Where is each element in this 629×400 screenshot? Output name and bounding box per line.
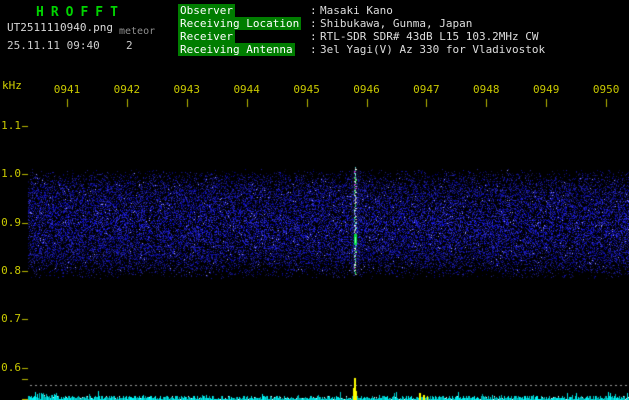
- x-tick-label: 0943: [172, 84, 202, 95]
- y-tick-label: 0.7: [1, 313, 21, 324]
- x-tick-label: 0947: [411, 84, 441, 95]
- date-time: 25.11.11 09:40: [7, 39, 100, 52]
- x-tick-label: 0945: [292, 84, 322, 95]
- x-tick-label: 0942: [112, 84, 142, 95]
- info-label: Receiving Antenna: [178, 43, 295, 56]
- info-row: Observer: Masaki Kano: [178, 4, 545, 17]
- x-tick-label: 0946: [352, 84, 382, 95]
- info-label-cell: Receiving Antenna: [178, 43, 310, 56]
- info-row: Receiving Antenna:3el Yagi(V) Az 330 for…: [178, 43, 545, 56]
- app-title: HROFFT: [36, 5, 125, 20]
- info-label: Receiver: [178, 30, 235, 43]
- info-separator: :: [310, 17, 320, 30]
- info-value: 3el Yagi(V) Az 330 for Vladivostok: [320, 43, 545, 56]
- output-filename: UT2511110940.png: [7, 21, 113, 34]
- info-value: RTL-SDR SDR# 43dB L15 103.2MHz CW: [320, 30, 539, 43]
- info-separator: :: [310, 43, 320, 56]
- file-note: meteor: [119, 26, 155, 37]
- info-label: Receiving Location: [178, 17, 301, 30]
- hrofft-screen: HROFFT UT2511110940.png meteor 25.11.11 …: [0, 0, 629, 400]
- y-axis-unit-label: kHz: [2, 79, 22, 92]
- info-row: Receiving Location: Shibukawa, Gunma, Jap…: [178, 17, 545, 30]
- info-label-cell: Observer: [178, 4, 310, 17]
- x-tick-label: 0949: [531, 84, 561, 95]
- y-tick-label: 0.8: [1, 265, 21, 276]
- info-row: Receiver: RTL-SDR SDR# 43dB L15 103.2MHz …: [178, 30, 545, 43]
- info-value: Masaki Kano: [320, 4, 393, 17]
- info-separator: :: [310, 4, 320, 17]
- info-label-cell: Receiving Location: [178, 17, 310, 30]
- y-tick-label: 1.1: [1, 120, 21, 131]
- y-tick-label: 0.6: [1, 362, 21, 373]
- event-counter: 2: [126, 39, 133, 52]
- x-tick-label: 0944: [232, 84, 262, 95]
- info-label-cell: Receiver: [178, 30, 310, 43]
- spectrogram-canvas: [0, 0, 629, 400]
- info-panel: Observer: Masaki Kano Receiving Location: S…: [178, 4, 545, 56]
- x-tick-label: 0941: [52, 84, 82, 95]
- y-tick-label: 1.0: [1, 168, 21, 179]
- info-separator: :: [310, 30, 320, 43]
- x-tick-label: 0950: [591, 84, 621, 95]
- x-tick-label: 0948: [471, 84, 501, 95]
- y-tick-label: 0.9: [1, 217, 21, 228]
- info-label: Observer: [178, 4, 235, 17]
- info-value: Shibukawa, Gunma, Japan: [320, 17, 472, 30]
